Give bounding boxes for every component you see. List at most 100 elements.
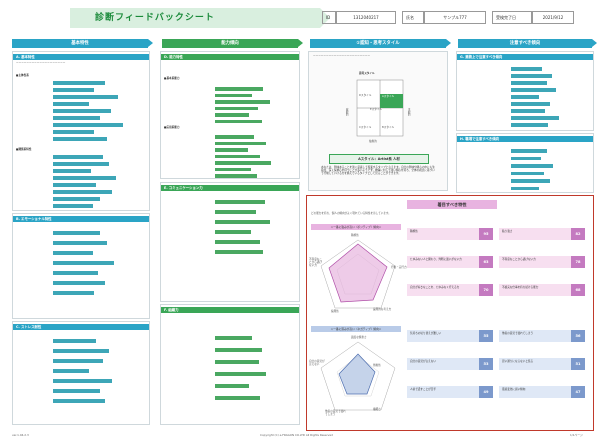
bar-row [215, 395, 293, 400]
bar-fill [53, 241, 107, 245]
style-c: Cスタイル [359, 126, 372, 129]
highlight-item: 自分が好きなことを、たゆみなく行える力 70 [407, 284, 493, 296]
highlight-item-title: 他者の意見で揺れてしまう [502, 332, 534, 335]
highlight-item: 積極性 95 [407, 228, 493, 240]
bar-row [53, 94, 143, 99]
bar-row [215, 167, 293, 172]
bar-row [215, 93, 293, 98]
highlight-item-title: 不得意なことから逃げない力 [502, 258, 536, 261]
bar-row [215, 359, 293, 364]
feedback-sheet: 診断フィードバックシート ID 1312040217 氏名 サンプル777 受検… [10, 6, 597, 438]
bar-row [53, 168, 143, 173]
basic-a-title: A. 基本特性 [13, 54, 149, 60]
bar-fill [215, 154, 261, 159]
bar-row [511, 178, 589, 183]
highlight-item-title: 自分の意見が言えない [410, 360, 436, 363]
radar1-label-0: 積極性 [351, 234, 359, 237]
bar-fill [53, 339, 97, 343]
bar-fill [511, 102, 550, 106]
highlight-item-score: 55 [479, 330, 493, 342]
caution-h-title: H. 職場で注意すべき傾向 [457, 136, 593, 142]
bar-fill [53, 88, 95, 92]
bar-row [215, 112, 293, 117]
bar-fill [215, 200, 265, 204]
footer-version: ver.1.04.2.3 [12, 433, 29, 437]
bar-row [215, 209, 293, 214]
bar-row [511, 80, 589, 85]
bar-row [215, 173, 293, 178]
name-value: サンプル777 [424, 11, 486, 24]
bar-row [511, 156, 589, 161]
name-label: 氏名 [402, 11, 424, 24]
basic-panel-b: B. エモーショナル特性 [12, 213, 150, 319]
bar-fill [53, 349, 109, 353]
style-d: Dスタイル [359, 94, 372, 97]
bar-row [215, 106, 293, 111]
bar-fill [53, 155, 103, 159]
bar-row [53, 240, 143, 245]
bar-fill [53, 183, 97, 187]
bar-row [511, 94, 589, 99]
cognitive-desc: ーーーーーーーーーーーーーーーーーーーーーー [313, 55, 371, 58]
highlight-item: 環境変化に弱い傾向 47 [499, 386, 585, 398]
bar-fill [215, 360, 259, 364]
bar-row [53, 230, 143, 235]
highlight-item-score: 70 [479, 284, 493, 296]
bar-row [215, 239, 293, 244]
ability-panel-e: E. コミュニケーション力 [160, 182, 300, 302]
radar2-label-4: 自分の意見が言えない [309, 360, 325, 367]
bar-fill [53, 190, 113, 194]
bar-fill [53, 109, 111, 113]
bar-row [53, 270, 143, 275]
bar-fill [215, 220, 270, 224]
bar-fill [511, 186, 540, 191]
bar-row [215, 199, 293, 204]
bar-row [511, 163, 589, 168]
highlight-item-score: 82 [571, 228, 585, 240]
ability-group1: ■基本系能力 [164, 77, 180, 80]
section-cognitive: ①認知・思考スタイル [310, 39, 451, 48]
bar-fill [511, 116, 560, 120]
basic-group2: ■関係系特性 [16, 148, 32, 151]
bar-row [511, 87, 589, 92]
bar-fill [53, 130, 94, 134]
bar-row [215, 371, 293, 376]
highlight-item-title: 不確実な仕事を持ち続ける能力 [502, 286, 539, 289]
bar-row [511, 186, 589, 191]
bar-fill [215, 148, 248, 152]
radar1-label-3: 倫理性 [331, 310, 339, 313]
bar-row [511, 115, 589, 120]
bar-fill [215, 113, 250, 117]
bar-fill [511, 123, 549, 127]
bar-row [53, 80, 143, 85]
bar-row [215, 86, 293, 91]
bar-row [511, 122, 589, 127]
section-basic: 基本特性 [12, 39, 153, 48]
bar-fill [215, 348, 262, 352]
bar-row [511, 148, 589, 153]
bar-fill [215, 161, 272, 165]
bar-fill [511, 81, 547, 85]
bar-fill [53, 81, 106, 85]
bar-fill [53, 231, 100, 235]
bar-fill [511, 95, 540, 99]
basic-panel-a: A. 基本特性 ーーーーーーーーーーーーーーーーーーー ■主体性系 ■関係系特性 [12, 51, 150, 211]
bar-row [53, 398, 143, 403]
bar-fill [215, 93, 253, 98]
bar-row [53, 348, 143, 353]
footer-page: 1/1ページ [570, 433, 583, 437]
highlight-item-score: 56 [571, 330, 585, 342]
caution-panel-h: H. 職場で注意すべき傾向 [456, 133, 594, 193]
bar-row [511, 66, 589, 71]
bar-fill [215, 106, 258, 111]
bar-fill [215, 87, 264, 91]
bar-fill [53, 271, 98, 275]
radar1-label-4: 不得意なことから逃げない力 [309, 258, 322, 268]
bar-fill [53, 399, 106, 403]
ability-panel-f: F. 組織力 [160, 304, 300, 425]
bar-fill [215, 372, 267, 376]
bar-fill [215, 230, 251, 234]
bar-row [53, 388, 143, 393]
highlight-item: 自分の意見が言えない 53 [407, 358, 493, 370]
bar-fill [53, 176, 116, 180]
